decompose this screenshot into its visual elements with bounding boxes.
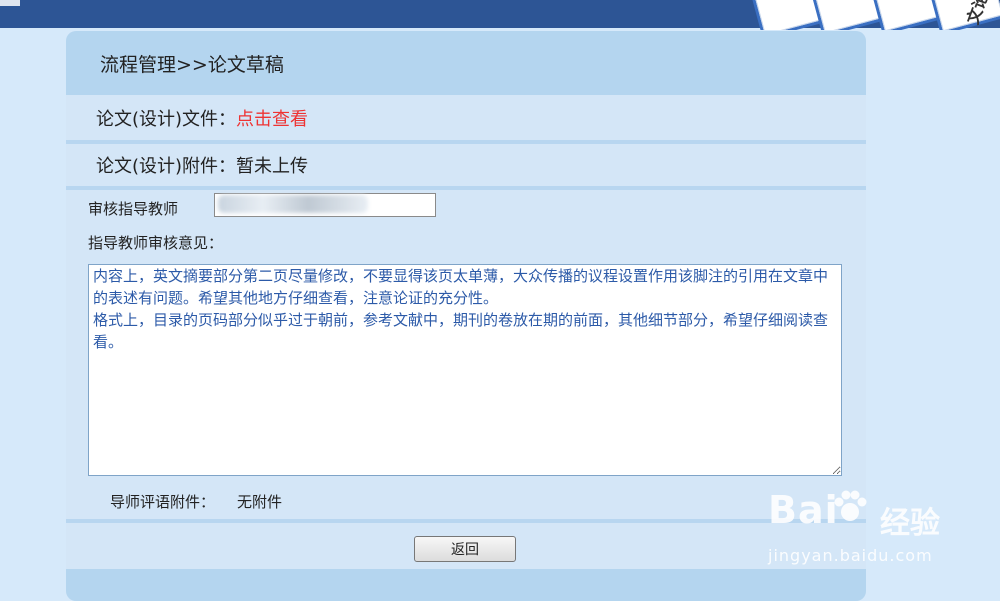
reviewer-field[interactable] — [214, 193, 436, 217]
main-panel: 流程管理>>论文草稿 论文(设计)文件： 点击查看 论文(设计)附件： 暂未上传… — [66, 31, 866, 601]
thesis-attachment-row: 论文(设计)附件： 暂未上传 — [66, 144, 866, 190]
review-opinion-label: 指导教师审核意见： — [88, 234, 224, 252]
logo-fragment — [0, 0, 20, 6]
comment-attachment-label: 导师评语附件： — [110, 493, 216, 511]
thesis-file-label: 论文(设计)文件： — [96, 109, 237, 130]
thesis-file-row: 论文(设计)文件： 点击查看 — [66, 96, 866, 144]
review-opinion-textarea[interactable]: 内容上，英文摘要部分第二页尽量修改，不要显得该页太单薄，大众传播的议程设置作用该… — [88, 264, 842, 476]
comment-attachment-row: 导师评语附件： 无附件 — [110, 491, 282, 512]
book-graphic — [753, 0, 825, 30]
banner-books-image: 文论 — [738, 0, 1000, 30]
divider — [66, 519, 866, 523]
watermark-cn: 经验 — [880, 506, 940, 541]
thesis-attachment-status: 暂未上传 — [236, 156, 309, 177]
book-graphic — [813, 0, 885, 30]
book-graphic — [873, 0, 945, 30]
panel-footer — [66, 569, 866, 601]
reviewer-label: 审核指导教师 — [88, 200, 179, 218]
panel-header: 流程管理>>论文草稿 — [66, 31, 866, 95]
top-banner: 文论 — [0, 0, 1000, 30]
comment-attachment-value: 无附件 — [237, 493, 283, 511]
back-button[interactable]: 返回 — [414, 536, 516, 562]
page-title: 流程管理>>论文草稿 — [100, 53, 284, 76]
view-file-link[interactable]: 点击查看 — [236, 105, 308, 131]
reviewer-row: 审核指导教师 — [66, 193, 866, 223]
thesis-attachment-label: 论文(设计)附件： — [96, 156, 237, 177]
